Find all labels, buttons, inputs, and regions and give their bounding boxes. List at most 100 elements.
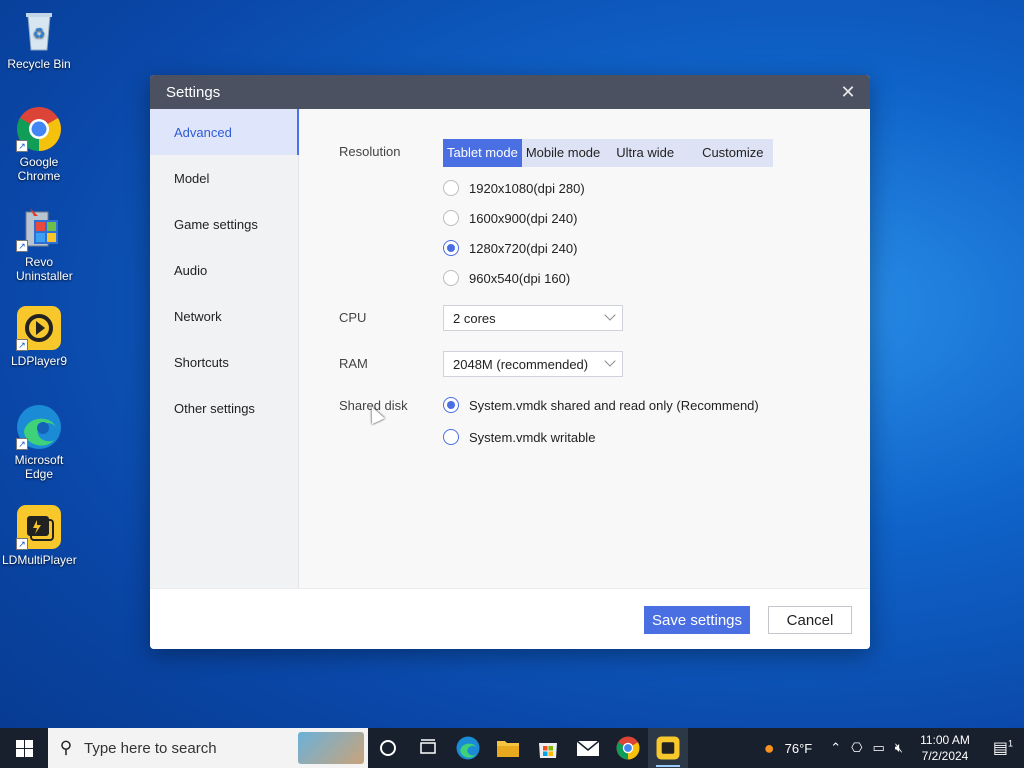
sidebar-item-model[interactable]: Model xyxy=(150,155,298,201)
radio-button[interactable] xyxy=(443,270,459,286)
desktop-icon-label: Google Chrome xyxy=(17,155,61,183)
ldplayer-icon: ↗ xyxy=(16,305,62,351)
cancel-button[interactable]: Cancel xyxy=(768,606,852,634)
window-title: Settings xyxy=(166,83,221,101)
option-label: System.vmdk shared and read only (Recomm… xyxy=(469,397,759,413)
ldmultiplayer-icon: ↗ xyxy=(16,504,62,550)
revo-uninstaller-icon: ↗ xyxy=(16,206,62,252)
radio-button[interactable] xyxy=(443,429,459,445)
folder-icon xyxy=(497,741,519,757)
settings-footer: Save settings Cancel xyxy=(150,588,870,649)
sidebar-item-network[interactable]: Network xyxy=(150,293,298,339)
taskbar-file-explorer[interactable] xyxy=(488,728,528,768)
desktop-icon-ldmultiplayer[interactable]: ↗ LDMultiPlayer xyxy=(2,504,77,567)
search-icon: ⚲ xyxy=(59,738,73,757)
shared-disk-option-read-only[interactable]: System.vmdk shared and read only (Recomm… xyxy=(443,397,759,413)
task-view-button[interactable] xyxy=(408,728,448,768)
taskbar-ldplayer[interactable] xyxy=(648,728,688,768)
recycle-bin-icon: ♻ xyxy=(16,8,62,54)
option-label: System.vmdk writable xyxy=(469,429,596,445)
ldplayer-icon xyxy=(656,736,680,760)
radio-button-selected[interactable] xyxy=(443,397,459,413)
desktop-icon-label: Revo Uninstaller xyxy=(16,255,73,283)
desktop-icon-microsoft-edge[interactable]: ↗ Microsoft Edge xyxy=(2,404,76,481)
taskbar: ⚲ Type here to search ● 76°F ⌃ ⎔ ▭ 🔇︎ 11… xyxy=(0,728,1024,768)
tab-mobile-mode[interactable]: Mobile mode xyxy=(522,139,604,167)
desktop-icon-ldplayer9[interactable]: ↗ LDPlayer9 xyxy=(2,305,76,368)
sidebar-item-other-settings[interactable]: Other settings xyxy=(150,385,298,431)
taskbar-clock[interactable]: 11:00 AM 7/2/2024 xyxy=(908,732,982,764)
ram-select[interactable]: 2048M (recommended) xyxy=(443,351,623,377)
store-icon xyxy=(539,743,557,758)
notification-center-button[interactable]: ▤1 xyxy=(982,738,1024,758)
mail-icon xyxy=(576,740,600,756)
chevron-down-icon xyxy=(604,355,616,367)
resolution-label: Resolution xyxy=(339,144,401,159)
start-button[interactable] xyxy=(0,728,48,768)
resolution-option-1920x1080[interactable]: 1920x1080(dpi 280) xyxy=(443,180,585,196)
resolution-option-1280x720[interactable]: 1280x720(dpi 240) xyxy=(443,240,577,256)
sidebar-item-shortcuts[interactable]: Shortcuts xyxy=(150,339,298,385)
sidebar-item-game-settings[interactable]: Game settings xyxy=(150,201,298,247)
search-highlight-image xyxy=(298,732,364,764)
shared-disk-option-writable[interactable]: System.vmdk writable xyxy=(443,429,595,445)
desktop-icon-google-chrome[interactable]: ↗ Google Chrome xyxy=(2,106,76,183)
edge-icon xyxy=(456,736,480,760)
network-icon[interactable]: ▭ xyxy=(868,740,890,756)
chevron-down-icon xyxy=(604,309,616,321)
taskbar-chrome[interactable] xyxy=(608,728,648,768)
taskbar-microsoft-store[interactable] xyxy=(528,728,568,768)
tab-customize[interactable]: Customize xyxy=(684,139,773,167)
svg-text:♻: ♻ xyxy=(33,25,46,41)
chrome-icon xyxy=(616,736,640,760)
tab-ultra-wide[interactable]: Ultra wide xyxy=(604,139,684,167)
option-label: 1600x900(dpi 240) xyxy=(469,210,578,226)
edge-icon: ↗ xyxy=(16,404,62,450)
volume-muted-icon[interactable]: 🔇︎ xyxy=(890,740,908,756)
window-titlebar[interactable]: Settings ✕ xyxy=(150,75,870,109)
clock-date: 7/2/2024 xyxy=(921,749,969,763)
ram-value: 2048M (recommended) xyxy=(453,356,589,372)
meet-now-icon[interactable]: ⎔ xyxy=(846,740,867,756)
save-settings-button[interactable]: Save settings xyxy=(644,606,750,634)
desktop-icon-label: LDMultiPlayer xyxy=(2,553,77,567)
cpu-value: 2 cores xyxy=(453,310,496,326)
cpu-label: CPU xyxy=(339,310,367,325)
option-label: 1280x720(dpi 240) xyxy=(469,240,578,256)
system-tray: ● 76°F ⌃ ⎔ ▭ 🔇︎ 11:00 AM 7/2/2024 ▤1 xyxy=(759,728,1024,768)
windows-logo-icon xyxy=(15,739,33,757)
radio-button-selected[interactable] xyxy=(443,240,459,256)
radio-button[interactable] xyxy=(443,180,459,196)
desktop-icon-recycle-bin[interactable]: ♻ Recycle Bin xyxy=(2,8,76,71)
weather-icon[interactable]: ● xyxy=(759,738,780,759)
cortana-icon xyxy=(380,740,396,756)
cpu-select[interactable]: 2 cores xyxy=(443,305,623,331)
taskbar-search-box[interactable]: ⚲ Type here to search xyxy=(48,728,368,768)
chevron-up-icon[interactable]: ⌃ xyxy=(825,740,846,756)
chrome-icon: ↗ xyxy=(16,106,62,152)
task-view-icon xyxy=(420,739,436,754)
cortana-button[interactable] xyxy=(368,728,408,768)
taskbar-edge[interactable] xyxy=(448,728,488,768)
desktop-icon-label: LDPlayer9 xyxy=(10,354,68,368)
settings-window: Settings ✕ Advanced Model Game settings … xyxy=(150,75,870,649)
sidebar-item-advanced[interactable]: Advanced xyxy=(150,109,300,155)
desktop-icon-revo-uninstaller[interactable]: ↗ Revo Uninstaller xyxy=(2,206,76,283)
settings-sidebar: Advanced Model Game settings Audio Netwo… xyxy=(150,109,300,588)
resolution-option-1600x900[interactable]: 1600x900(dpi 240) xyxy=(443,210,577,226)
option-label: 1920x1080(dpi 280) xyxy=(469,180,585,196)
resolution-option-960x540[interactable]: 960x540(dpi 160) xyxy=(443,270,570,286)
resolution-mode-tabs: Tablet mode Mobile mode Ultra wide Custo… xyxy=(443,139,774,167)
clock-time: 11:00 AM xyxy=(920,733,970,747)
settings-content: Resolution Tablet mode Mobile mode Ultra… xyxy=(299,109,870,588)
tab-tablet-mode[interactable]: Tablet mode xyxy=(443,139,522,167)
taskbar-mail[interactable] xyxy=(568,728,608,768)
desktop-icon-label: Recycle Bin xyxy=(7,57,71,71)
close-icon[interactable]: ✕ xyxy=(838,82,858,102)
desktop-icon-label: Microsoft Edge xyxy=(14,453,64,481)
option-label: 960x540(dpi 160) xyxy=(469,270,571,286)
search-placeholder: Type here to search xyxy=(84,739,217,757)
weather-temperature[interactable]: 76°F xyxy=(780,741,818,756)
radio-button[interactable] xyxy=(443,210,459,226)
sidebar-item-audio[interactable]: Audio xyxy=(150,247,298,293)
